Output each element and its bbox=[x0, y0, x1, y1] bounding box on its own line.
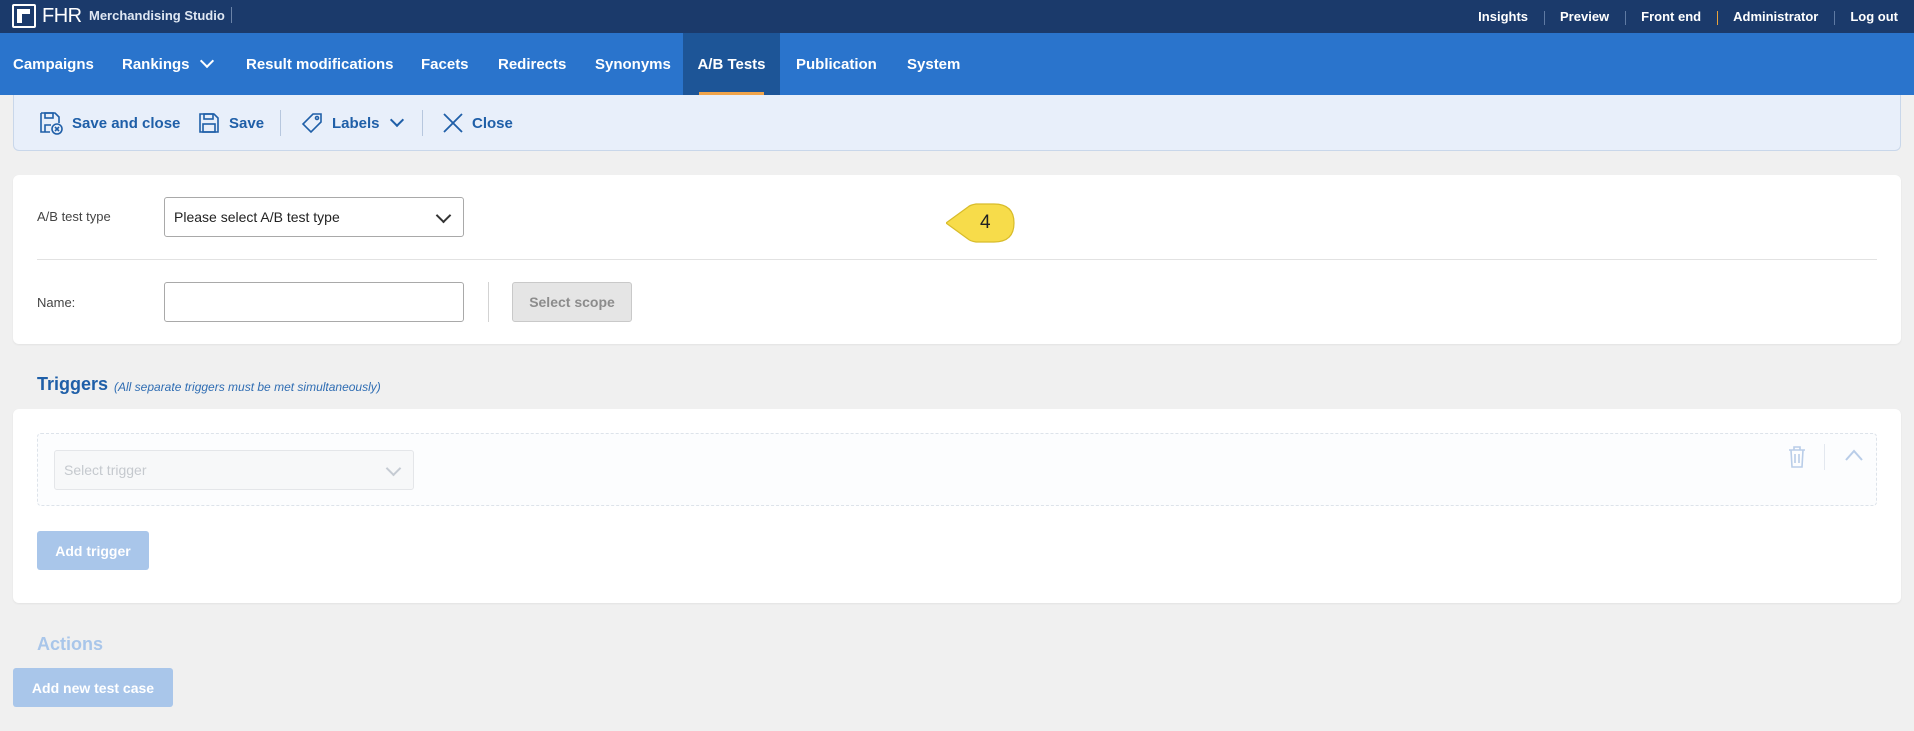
name-input[interactable] bbox=[164, 282, 464, 322]
nav-publication-label: Publication bbox=[796, 55, 877, 73]
fhr-logo-icon[interactable] bbox=[12, 4, 36, 28]
save-and-close-label: Save and close bbox=[72, 114, 181, 132]
nav-result-modifications-label: Result modifications bbox=[246, 55, 394, 73]
nav-synonyms[interactable]: Synonyms bbox=[595, 33, 671, 95]
save-label: Save bbox=[229, 114, 265, 132]
triggers-card: Select trigger Add trigger bbox=[13, 409, 1901, 603]
nav-result-modifications[interactable]: Result modifications bbox=[246, 33, 394, 95]
add-new-test-case-button[interactable]: Add new test case bbox=[13, 668, 173, 707]
action-toolbar: Save and close Save Labels Close bbox=[13, 95, 1901, 151]
save-button[interactable]: Save bbox=[197, 95, 264, 151]
nav-ab-tests-label: A/B Tests bbox=[697, 55, 766, 73]
form-divider bbox=[37, 259, 1877, 260]
nav-synonyms-label: Synonyms bbox=[595, 55, 671, 73]
nav-facets[interactable]: Facets bbox=[421, 33, 469, 95]
toolbar-divider bbox=[422, 110, 423, 136]
divider bbox=[231, 7, 232, 23]
product-name: Merchandising Studio bbox=[89, 8, 225, 23]
save-icon bbox=[199, 113, 219, 133]
ab-test-type-value: Please select A/B test type bbox=[174, 209, 340, 225]
callout-number: 4 bbox=[980, 212, 991, 233]
chevron-down-icon bbox=[199, 53, 214, 69]
trigger-select[interactable]: Select trigger bbox=[54, 450, 414, 490]
nav-campaigns-label: Campaigns bbox=[13, 55, 94, 73]
close-label: Close bbox=[472, 114, 513, 132]
nav-system-label: System bbox=[907, 55, 961, 73]
chevron-down-icon bbox=[389, 112, 404, 128]
close-button[interactable]: Close bbox=[442, 95, 513, 151]
trigger-select-placeholder: Select trigger bbox=[64, 462, 147, 478]
logo-text[interactable]: FHR bbox=[42, 5, 82, 28]
trigger-row: Select trigger bbox=[37, 433, 1877, 506]
step-callout: 4 bbox=[944, 201, 1016, 245]
triggers-subtitle: (All separate triggers must be met simul… bbox=[114, 380, 381, 394]
chevron-down-icon bbox=[435, 207, 452, 224]
top-link-front-end[interactable]: Front end bbox=[1625, 9, 1717, 25]
nav-rankings[interactable]: Rankings bbox=[122, 33, 214, 95]
ab-test-type-select[interactable]: Please select A/B test type bbox=[164, 197, 464, 237]
nav-system[interactable]: System bbox=[907, 33, 960, 95]
top-bar: FHR Merchandising Studio Insights Previe… bbox=[0, 0, 1914, 33]
trash-icon[interactable] bbox=[1787, 445, 1807, 469]
top-link-log-out[interactable]: Log out bbox=[1834, 9, 1914, 25]
select-scope-button[interactable]: Select scope bbox=[512, 282, 632, 322]
nav-redirects-label: Redirects bbox=[498, 55, 567, 73]
chevron-up-icon[interactable] bbox=[1844, 448, 1864, 462]
nav-campaigns[interactable]: Campaigns bbox=[13, 33, 94, 95]
top-links: Insights Preview Front end Administrator… bbox=[1462, 0, 1914, 33]
top-link-insights[interactable]: Insights bbox=[1462, 9, 1544, 24]
nav-rankings-label: Rankings bbox=[122, 55, 190, 73]
form-divider-vertical bbox=[488, 282, 489, 322]
add-trigger-button[interactable]: Add trigger bbox=[37, 531, 149, 570]
ab-test-type-label: A/B test type bbox=[37, 209, 111, 224]
labels-dropdown[interactable]: Labels bbox=[300, 95, 404, 151]
tag-icon bbox=[301, 113, 322, 134]
toolbar-divider bbox=[280, 110, 281, 136]
main-nav: Campaigns Rankings Result modifications … bbox=[0, 33, 1914, 95]
nav-facets-label: Facets bbox=[421, 55, 469, 73]
actions-title: Actions bbox=[37, 634, 104, 654]
nav-publication[interactable]: Publication bbox=[796, 33, 877, 95]
top-link-preview[interactable]: Preview bbox=[1544, 9, 1625, 25]
nav-redirects[interactable]: Redirects bbox=[498, 33, 566, 95]
triggers-title: Triggers bbox=[37, 374, 109, 394]
close-icon bbox=[443, 113, 463, 133]
name-label: Name: bbox=[37, 295, 76, 310]
top-link-administrator[interactable]: Administrator bbox=[1717, 9, 1834, 25]
nav-ab-tests[interactable]: A/B Tests bbox=[683, 33, 780, 95]
save-and-close-button[interactable]: Save and close bbox=[38, 95, 180, 151]
trigger-divider bbox=[1824, 444, 1825, 470]
save-close-icon bbox=[40, 112, 63, 135]
labels-label: Labels bbox=[332, 114, 380, 132]
chevron-down-icon bbox=[385, 460, 402, 477]
